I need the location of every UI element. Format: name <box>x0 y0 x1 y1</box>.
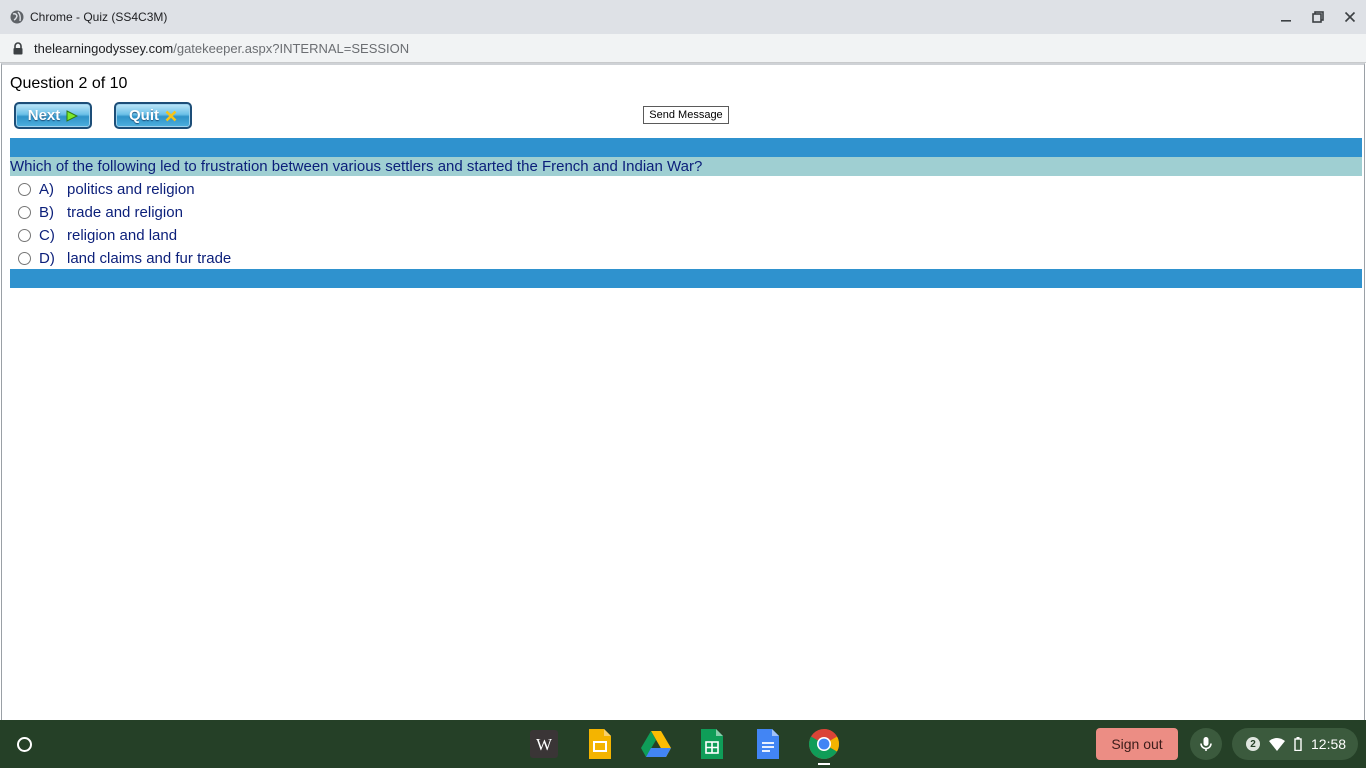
status-tray[interactable]: 2 12:58 <box>1232 728 1358 760</box>
close-icon <box>1344 11 1356 23</box>
answer-option-b[interactable]: B) trade and religion <box>18 202 183 222</box>
wiki-letter: W <box>536 735 553 754</box>
chrome-app[interactable] <box>808 728 840 765</box>
launcher-circle-icon <box>16 736 32 752</box>
answer-letter: B) <box>39 203 54 221</box>
answer-option-c[interactable]: C) religion and land <box>18 225 177 245</box>
send-message-button[interactable]: Send Message <box>643 106 729 124</box>
battery-icon <box>1294 737 1302 751</box>
address-bar[interactable]: thelearningodyssey.com/gatekeeper.aspx?I… <box>0 34 1366 63</box>
answer-text: politics and religion <box>67 180 195 198</box>
wifi-icon <box>1269 737 1285 751</box>
page-content: Question 2 of 10 Next Quit Send Message … <box>1 63 1365 720</box>
google-slides-icon <box>589 729 611 759</box>
launcher-button[interactable] <box>8 728 40 760</box>
url-path: /gatekeeper.aspx?INTERNAL=SESSION <box>173 41 410 56</box>
google-docs-app[interactable] <box>752 728 784 760</box>
url-text[interactable]: thelearningodyssey.com/gatekeeper.aspx?I… <box>34 41 409 56</box>
question-counter: Question 2 of 10 <box>10 75 128 92</box>
radio-button-c[interactable] <box>18 228 31 242</box>
google-drive-app[interactable] <box>640 728 672 760</box>
next-button[interactable]: Next <box>14 102 92 129</box>
footer-divider-bar <box>10 269 1362 288</box>
lock-icon <box>13 42 23 55</box>
play-arrow-icon <box>66 109 79 122</box>
microphone-icon <box>1200 737 1212 751</box>
answer-letter: A) <box>39 180 54 198</box>
wikipedia-icon: W <box>530 730 558 758</box>
restore-icon <box>1312 11 1324 23</box>
window-title-bar: Chrome - Quiz (SS4C3M) <box>0 0 1366 34</box>
quit-label: Quit <box>129 107 159 124</box>
url-domain: thelearningodyssey.com <box>34 41 174 56</box>
question-text: Which of the following led to frustratio… <box>10 157 1362 176</box>
close-x-icon <box>165 110 177 121</box>
answer-text: land claims and fur trade <box>67 249 232 267</box>
window-title: Chrome - Quiz (SS4C3M) <box>30 10 168 24</box>
voice-input-button[interactable] <box>1190 728 1222 760</box>
restore-button[interactable] <box>1309 8 1327 26</box>
os-shelf: W Sign out 2 12:58 <box>0 720 1366 768</box>
quit-button[interactable]: Quit <box>114 102 192 129</box>
google-sheets-app[interactable] <box>696 728 728 760</box>
minimize-icon <box>1281 20 1291 22</box>
google-slides-app[interactable] <box>584 728 616 760</box>
answer-letter: C) <box>39 226 55 244</box>
active-app-indicator <box>818 763 830 765</box>
radio-button-a[interactable] <box>18 182 31 196</box>
answer-option-a[interactable]: A) politics and religion <box>18 179 195 199</box>
minimize-button[interactable] <box>1277 8 1295 26</box>
notification-count-badge: 2 <box>1246 737 1260 751</box>
google-sheets-icon <box>701 729 723 759</box>
clock-time: 12:58 <box>1311 736 1347 752</box>
globe-icon <box>10 10 24 24</box>
sign-out-button[interactable]: Sign out <box>1096 728 1178 760</box>
radio-button-b[interactable] <box>18 205 31 219</box>
google-docs-icon <box>757 729 779 759</box>
chrome-icon <box>808 729 840 760</box>
answer-text: religion and land <box>67 226 178 244</box>
wikipedia-app[interactable]: W <box>528 728 560 760</box>
close-button[interactable] <box>1341 8 1359 26</box>
answer-option-d[interactable]: D) land claims and fur trade <box>18 248 231 268</box>
next-label: Next <box>27 107 61 124</box>
answer-letter: D) <box>39 249 55 267</box>
header-divider-bar <box>10 138 1362 157</box>
radio-button-d[interactable] <box>18 251 31 265</box>
answer-text: trade and religion <box>67 203 183 221</box>
google-drive-icon <box>641 731 671 757</box>
